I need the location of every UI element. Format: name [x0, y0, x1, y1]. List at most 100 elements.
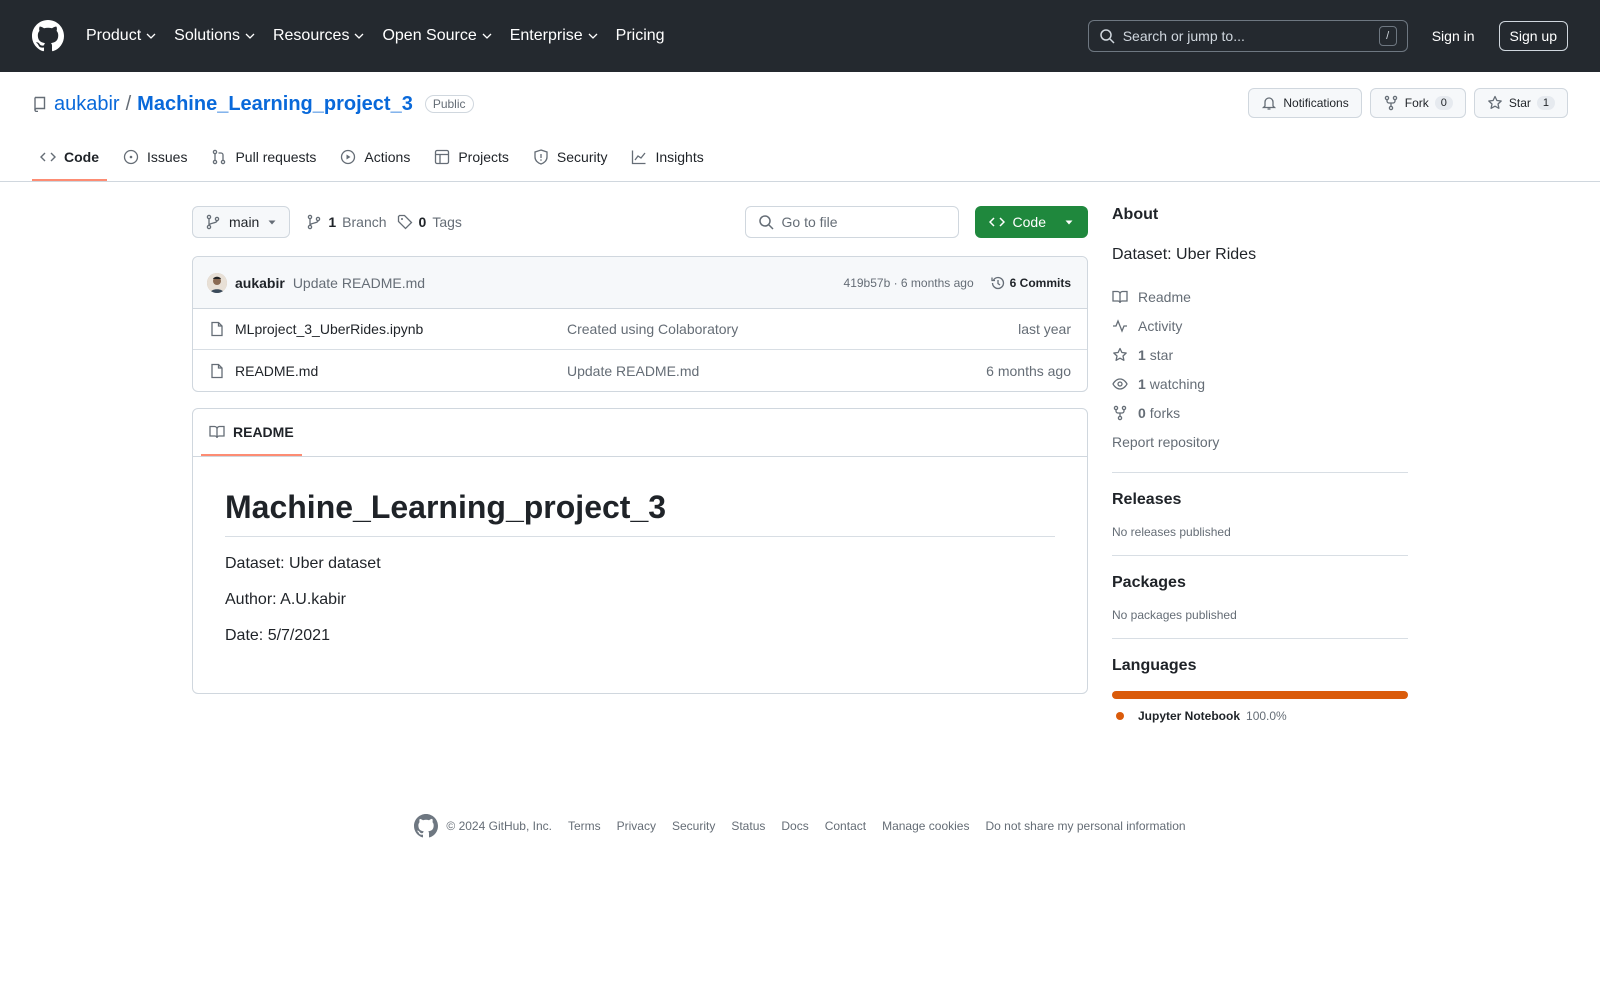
readme-line: Date: 5/7/2021: [225, 627, 330, 644]
nav-product-label: Product: [86, 27, 142, 44]
language-percent: 100.0%: [1246, 709, 1287, 723]
sign-in-link[interactable]: Sign in: [1432, 28, 1475, 44]
releases-text: No releases published: [1112, 525, 1231, 539]
stars-label: star: [1149, 346, 1174, 363]
watching-link[interactable]: 1 watching: [1112, 369, 1408, 398]
nav-pricing[interactable]: Pricing: [616, 27, 665, 45]
file-name-link[interactable]: README.md: [235, 363, 567, 379]
search-shortcut-key: /: [1378, 26, 1397, 46]
visibility-badge: Public: [424, 95, 474, 113]
table-row: README.md Update README.md 6 months ago: [193, 350, 1087, 391]
user-avatar-icon: [207, 272, 227, 293]
footer-link-docs[interactable]: Docs: [781, 819, 808, 833]
branch-count: 1: [328, 214, 337, 230]
stars-count: 1: [1138, 346, 1146, 363]
sign-up-button[interactable]: Sign up: [1498, 21, 1568, 51]
releases-heading[interactable]: Releases: [1112, 491, 1408, 509]
branch-icon: [206, 214, 220, 230]
footer-link-privacy[interactable]: Privacy: [617, 819, 656, 833]
avatar[interactable]: [207, 272, 227, 293]
branches-link[interactable]: 1 Branch: [306, 214, 387, 230]
star-icon: [1113, 347, 1127, 361]
go-to-file-input[interactable]: Go to file: [744, 206, 959, 238]
nav-enterprise[interactable]: Enterprise: [510, 27, 598, 45]
tab-issues[interactable]: Issues: [115, 149, 195, 181]
tag-count: 0: [418, 214, 427, 230]
star-count: 1: [1536, 96, 1555, 110]
activity-link[interactable]: Activity: [1112, 311, 1408, 340]
activity-link-label: Activity: [1138, 317, 1183, 334]
language-name: Jupyter Notebook: [1138, 709, 1241, 723]
nav-solutions-label: Solutions: [174, 27, 240, 44]
commits-link[interactable]: 6 Commits: [990, 275, 1071, 291]
star-button[interactable]: Star 1: [1473, 88, 1568, 118]
footer-link-security[interactable]: Security: [672, 819, 715, 833]
pull-request-icon: [213, 149, 226, 165]
readme-link[interactable]: Readme: [1112, 282, 1408, 311]
stars-link[interactable]: 1 star: [1112, 340, 1408, 369]
latest-commit-bar: aukabir Update README.md 419b57b · 6 mon…: [193, 257, 1087, 309]
file-commit-date: last year: [1018, 321, 1071, 337]
footer-copyright: © 2024 GitHub, Inc.: [446, 819, 552, 833]
code-button-label: Code: [1012, 214, 1046, 230]
footer-link-contact[interactable]: Contact: [825, 819, 866, 833]
tab-readme[interactable]: README: [201, 424, 302, 456]
readme-tabbar: README: [193, 409, 1087, 457]
tab-projects[interactable]: Projects: [426, 149, 517, 181]
global-header: Product Solutions Resources Open Source …: [0, 0, 1600, 72]
commit-sha-time[interactable]: 419b57b · 6 months ago: [844, 276, 974, 290]
history-icon: [990, 276, 1004, 289]
readme-line: Dataset: Uber dataset: [225, 555, 381, 572]
notifications-button[interactable]: Notifications: [1248, 88, 1362, 118]
repo-actions: Notifications Fork 0 Star 1: [1248, 88, 1568, 118]
readme-link-label: Readme: [1138, 288, 1191, 305]
tags-link[interactable]: 0 Tags: [397, 214, 462, 230]
tab-projects-label: Projects: [458, 149, 509, 165]
footer-link-terms[interactable]: Terms: [568, 819, 601, 833]
branch-label: Branch: [342, 214, 387, 230]
chevron-down-icon: [146, 33, 156, 39]
code-dropdown-button[interactable]: Code: [974, 206, 1088, 238]
file-commit-message[interactable]: Created using Colaboratory: [567, 321, 738, 337]
forks-link[interactable]: 0 forks: [1112, 398, 1408, 427]
forks-count: 0: [1138, 404, 1146, 421]
github-logo-icon[interactable]: [414, 814, 439, 838]
nav-resources-label: Resources: [272, 27, 350, 44]
tag-label: Tags: [432, 214, 462, 230]
notifications-label: Notifications: [1283, 96, 1349, 110]
github-logo-icon[interactable]: [32, 20, 64, 52]
repo-name-link[interactable]: Machine_Learning_project_3: [137, 93, 413, 116]
sidebar: About Dataset: Uber Rides Readme Activit…: [1112, 206, 1408, 723]
nav-open-source[interactable]: Open Source: [382, 27, 492, 45]
fork-icon: [1384, 95, 1397, 111]
bell-icon: [1262, 97, 1277, 110]
about-section: About Dataset: Uber Rides Readme Activit…: [1112, 206, 1408, 456]
file-name-link[interactable]: MLproject_3_UberRides.ipynb: [235, 321, 567, 337]
report-repository-link[interactable]: Report repository: [1112, 427, 1408, 456]
repo-owner-link[interactable]: aukabir: [54, 93, 120, 116]
tab-pull-requests[interactable]: Pull requests: [203, 149, 324, 181]
footer-link-do-not-share[interactable]: Do not share my personal information: [985, 819, 1185, 833]
about-heading: About: [1112, 206, 1159, 223]
tab-insights-label: Insights: [655, 149, 704, 165]
caret-down-icon: [268, 220, 276, 225]
fork-button[interactable]: Fork 0: [1369, 88, 1466, 118]
shield-icon: [534, 149, 548, 165]
nav-solutions[interactable]: Solutions: [174, 27, 255, 45]
packages-heading[interactable]: Packages: [1112, 574, 1408, 592]
commit-message-link[interactable]: Update README.md: [293, 275, 425, 291]
footer-link-status[interactable]: Status: [731, 819, 765, 833]
tab-security[interactable]: Security: [525, 149, 616, 181]
language-item[interactable]: Jupyter Notebook 100.0%: [1112, 709, 1408, 723]
repo-tabs: Code Issues Pull requests Actions Projec…: [32, 149, 720, 181]
branch-select-button[interactable]: main: [192, 206, 291, 238]
tab-code[interactable]: Code: [32, 149, 107, 181]
nav-resources[interactable]: Resources: [273, 27, 364, 45]
footer-link-manage-cookies[interactable]: Manage cookies: [882, 819, 969, 833]
search-input[interactable]: Search or jump to... /: [1087, 20, 1408, 52]
commit-author-link[interactable]: aukabir: [235, 275, 285, 291]
tab-actions[interactable]: Actions: [332, 149, 418, 181]
nav-product[interactable]: Product: [86, 27, 156, 45]
tab-insights[interactable]: Insights: [623, 149, 711, 181]
file-commit-message[interactable]: Update README.md: [567, 363, 699, 379]
